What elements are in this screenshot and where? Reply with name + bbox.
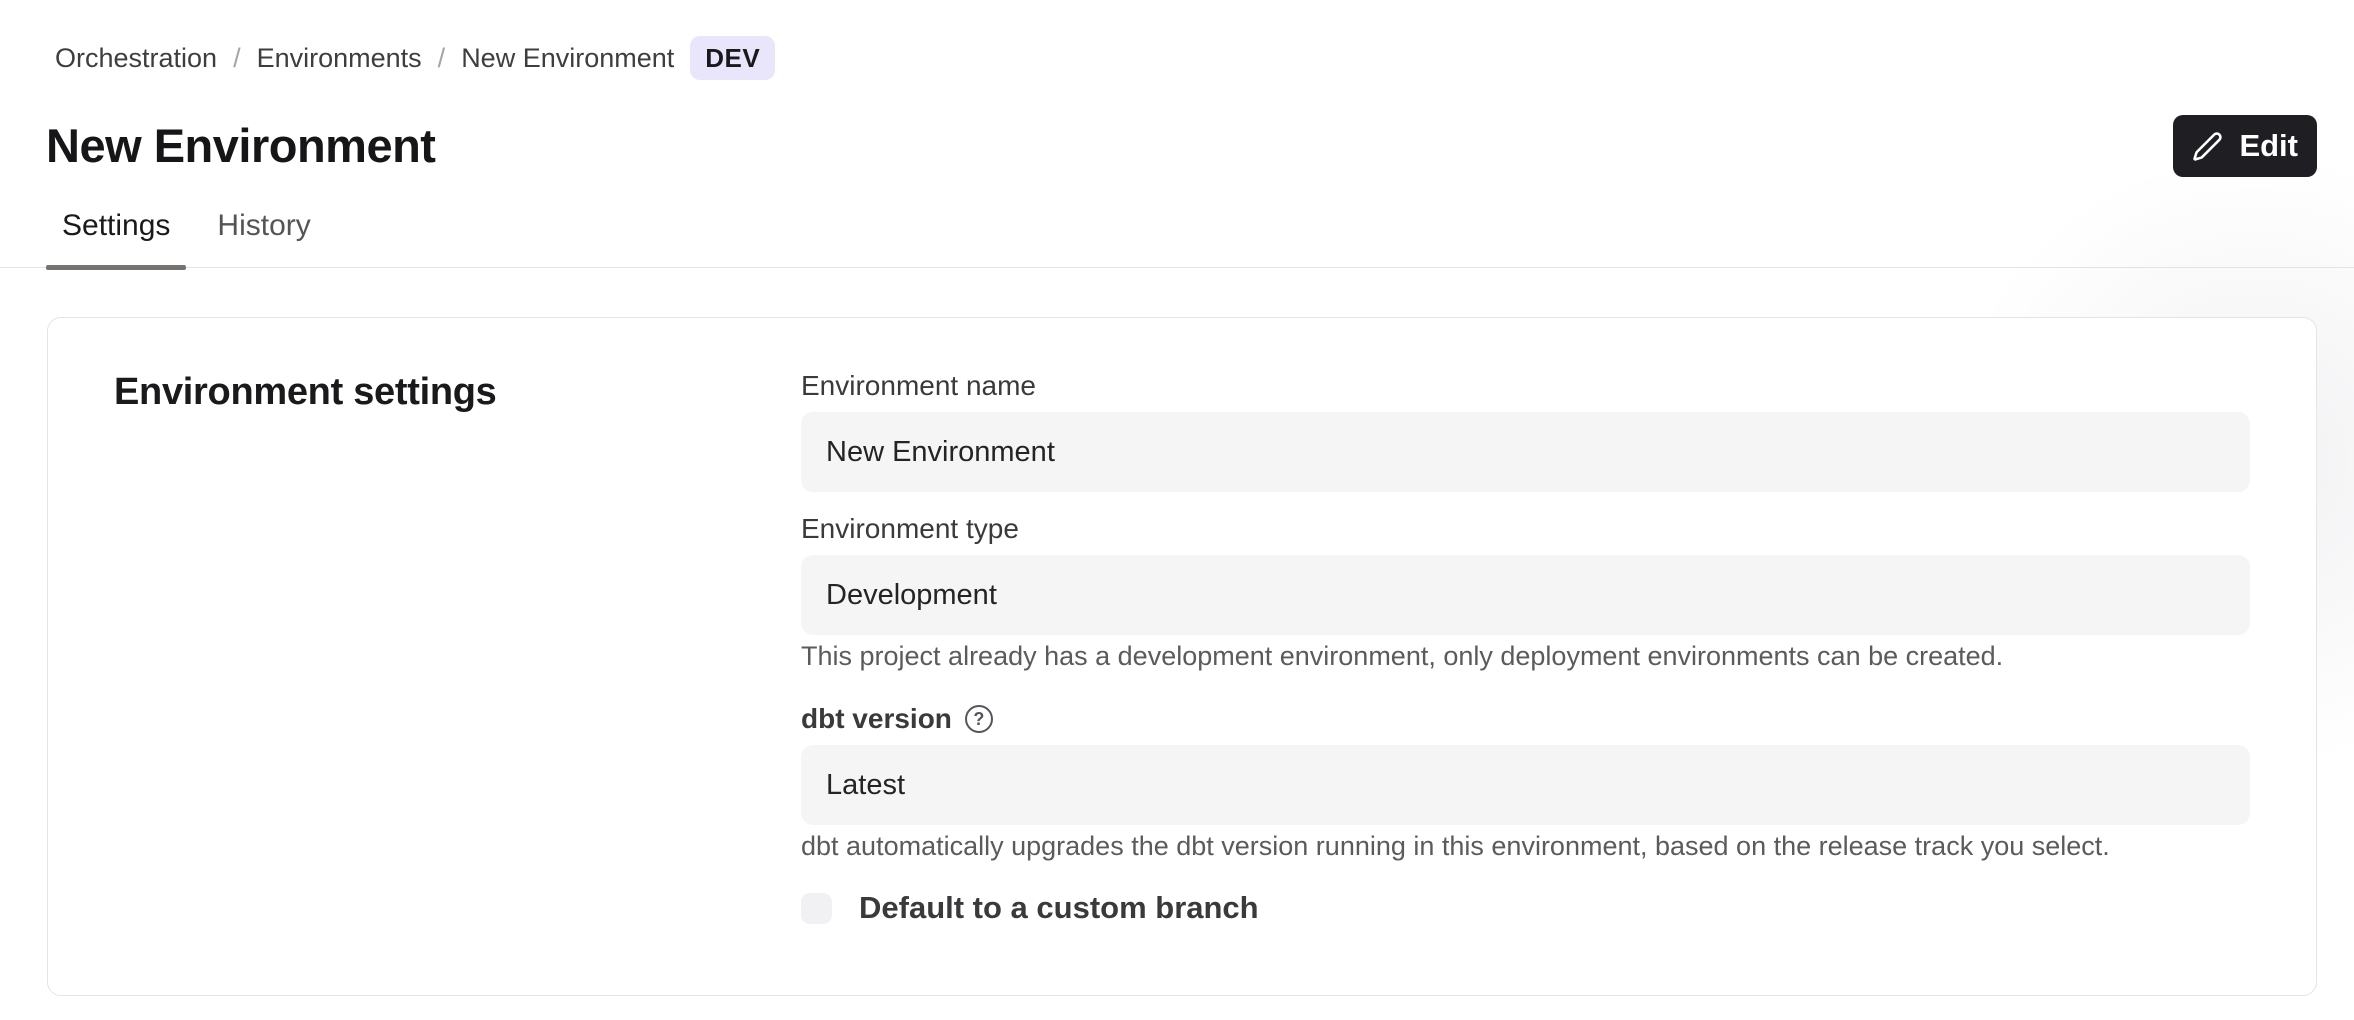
breadcrumb-separator: /: [438, 43, 446, 74]
environment-type-field[interactable]: Development: [801, 555, 2250, 635]
breadcrumb-current-page: New Environment: [461, 43, 674, 74]
dbt-version-label-row: dbt version ?: [801, 702, 2250, 736]
dbt-version-helper-text: dbt automatically upgrades the dbt versi…: [801, 830, 2250, 862]
environment-type-helper-text: This project already has a development e…: [801, 640, 2250, 672]
environment-settings-form: Environment name New Environment Environ…: [801, 369, 2250, 995]
edit-button-label: Edit: [2239, 128, 2298, 164]
environment-type-label: Environment type: [801, 512, 2250, 546]
pencil-icon: [2192, 131, 2223, 162]
tab-settings[interactable]: Settings: [46, 208, 186, 267]
dbt-version-field[interactable]: Latest: [801, 745, 2250, 825]
tabs-bar: Settings History: [0, 208, 2354, 268]
breadcrumb: Orchestration / Environments / New Envir…: [0, 0, 2354, 80]
environment-settings-card: Environment settings Environment name Ne…: [47, 317, 2317, 996]
edit-button[interactable]: Edit: [2173, 115, 2317, 177]
custom-branch-checkbox[interactable]: [801, 893, 832, 924]
tab-history[interactable]: History: [201, 208, 326, 267]
breadcrumb-environments[interactable]: Environments: [257, 43, 422, 74]
custom-branch-label[interactable]: Default to a custom branch: [859, 890, 1259, 926]
custom-branch-row: Default to a custom branch: [801, 890, 2250, 926]
breadcrumb-orchestration[interactable]: Orchestration: [55, 43, 217, 74]
breadcrumb-separator: /: [233, 43, 241, 74]
card-heading: Environment settings: [114, 369, 801, 416]
card-left-column: Environment settings: [114, 369, 801, 995]
environment-name-field[interactable]: New Environment: [801, 412, 2250, 492]
help-icon[interactable]: ?: [965, 705, 993, 733]
dbt-version-label: dbt version: [801, 702, 952, 736]
environment-dev-badge: DEV: [690, 36, 775, 80]
page-title: New Environment: [46, 118, 2354, 174]
environment-name-label: Environment name: [801, 369, 2250, 403]
